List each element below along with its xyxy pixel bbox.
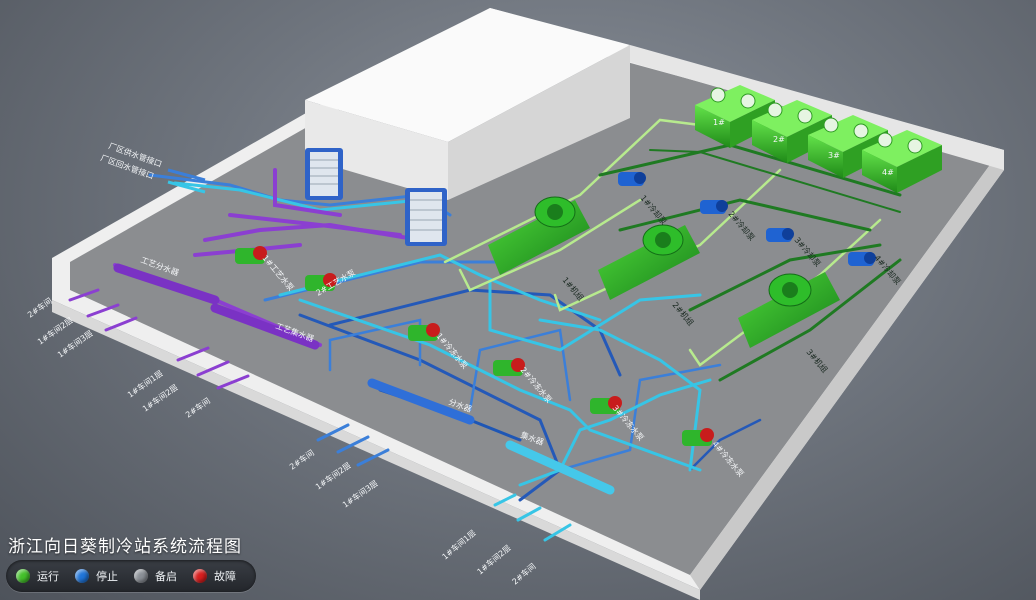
- cooling-tower-2-label: 2#: [773, 135, 785, 144]
- running-status-icon: [16, 569, 30, 583]
- outlet-purple-lower-3: 2#车间: [183, 396, 212, 420]
- heat-exchanger-2: [405, 188, 447, 246]
- outlet-blue-lower-3: 2#车间: [510, 561, 538, 587]
- fault-status-icon: [193, 569, 207, 583]
- legend-fault: 故障: [193, 568, 236, 584]
- heat-exchanger-1: [305, 148, 343, 200]
- outlet-purple-upper-3: 1#车间3层: [55, 328, 94, 360]
- outlet-purple-upper-2: 1#车间2层: [35, 315, 74, 347]
- cooling-tower-4-label: 4#: [882, 168, 894, 177]
- outlet-blue-mid-2: 1#车间2层: [313, 460, 352, 492]
- legend-running-label: 运行: [37, 570, 59, 583]
- standby-status-icon: [134, 569, 148, 583]
- outlet-blue-lower-1: 1#车间1层: [440, 528, 478, 562]
- legend-running: 运行: [16, 568, 59, 584]
- plant-floor-scene: 1# 2# 3# 4# 1#机组 2#机组 3#机组 1#冷却泵 2#冷却泵 3…: [25, 8, 1004, 600]
- legend-stopped: 停止: [75, 568, 118, 584]
- legend-standby-label: 备启: [155, 570, 177, 583]
- cooling-tower-1-label: 1#: [713, 118, 725, 127]
- outlet-blue-mid-3: 1#车间3层: [340, 478, 379, 510]
- legend-stopped-label: 停止: [96, 570, 118, 583]
- status-legend: 运行 停止 备启 故障: [6, 560, 256, 592]
- page-title: 浙江向日葵制冷站系统流程图: [8, 537, 242, 557]
- legend-standby: 备启: [134, 568, 177, 584]
- outlet-purple-upper-1: 2#车间: [25, 296, 54, 320]
- outlet-blue-mid-1: 2#车间: [287, 448, 316, 472]
- outlet-blue-lower-2: 1#车间2层: [475, 543, 513, 577]
- stopped-status-icon: [75, 569, 89, 583]
- cooling-tower-3-label: 3#: [828, 151, 840, 160]
- legend-fault-label: 故障: [214, 570, 236, 583]
